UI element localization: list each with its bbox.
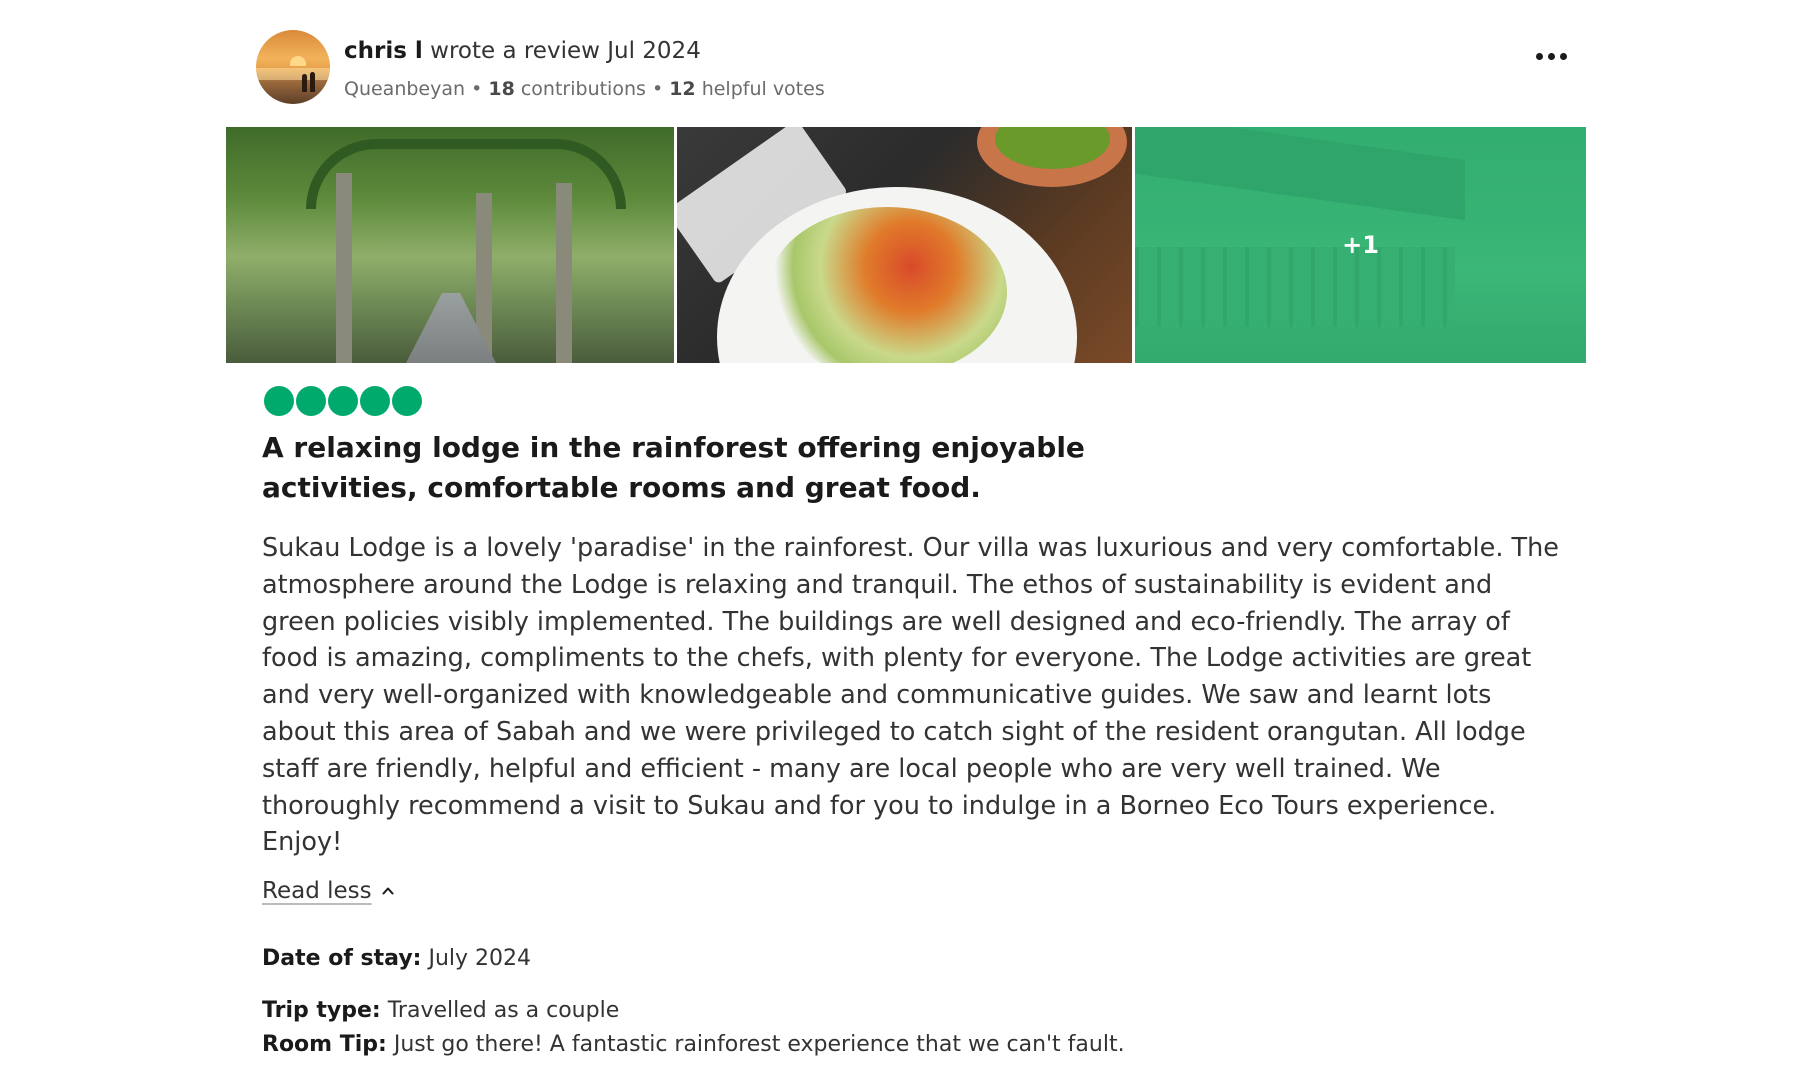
trip-type-value: Travelled as a couple — [380, 998, 620, 1023]
avatar[interactable] — [256, 30, 330, 104]
review-body: Sukau Lodge is a lovely 'paradise' in th… — [262, 533, 1559, 858]
meta-separator: • — [465, 78, 489, 100]
avatar-sea-shape — [256, 68, 330, 80]
date-of-stay: Date of stay: July 2024 — [262, 946, 531, 971]
chevron-up-icon — [382, 887, 394, 895]
more-horizontal-icon — [1536, 53, 1543, 60]
photo-post-shape — [556, 183, 572, 363]
more-horizontal-icon — [1548, 53, 1555, 60]
rating-bubble-icon — [328, 386, 358, 416]
rating-bubble-icon — [392, 386, 422, 416]
more-horizontal-icon — [1560, 53, 1567, 60]
rating-bubble-icon — [264, 386, 294, 416]
author-line: chris l wrote a review Jul 2024 — [344, 38, 701, 64]
review-header: chris l wrote a review Jul 2024 Queanbey… — [256, 30, 1576, 108]
rating-bubble-icon — [360, 386, 390, 416]
avatar-figure — [302, 74, 307, 92]
date-of-stay-value: July 2024 — [421, 946, 532, 971]
author-meta: Queanbeyan • 18 contributions • 12 helpf… — [344, 78, 825, 100]
read-less-label: Read less — [262, 878, 372, 904]
trip-type: Trip type: Travelled as a couple — [262, 998, 619, 1023]
contributions-count: 18 — [488, 78, 515, 100]
author-location: Queanbeyan — [344, 78, 466, 100]
avatar-sun-shape — [290, 56, 306, 66]
room-tip: Room Tip: Just go there! A fantastic rai… — [262, 1032, 1125, 1057]
photo-post-shape — [336, 173, 352, 363]
review-photos: +1 — [226, 127, 1586, 363]
room-tip-value: Just go there! A fantastic rainforest ex… — [386, 1032, 1125, 1057]
review-photo-lodge[interactable]: +1 — [1135, 127, 1586, 363]
meta-separator: • — [645, 78, 670, 100]
photo-arch-shape — [306, 139, 626, 209]
rating-bubble-icon — [296, 386, 326, 416]
trip-type-label: Trip type: — [262, 998, 381, 1023]
read-less-button[interactable]: Read less — [262, 878, 394, 904]
review-photo-walkway[interactable] — [226, 127, 674, 363]
rating-bubbles — [264, 386, 422, 416]
review-action-text: wrote a review Jul 2024 — [422, 38, 701, 64]
avatar-figure — [310, 72, 315, 92]
review-photo-food[interactable] — [677, 127, 1132, 363]
more-options-button[interactable] — [1532, 42, 1572, 72]
photo-food-shape — [767, 207, 1007, 363]
author-name[interactable]: chris l — [344, 38, 423, 64]
contributions-label: contributions — [514, 78, 646, 100]
date-of-stay-label: Date of stay: — [262, 946, 422, 971]
review-card: chris l wrote a review Jul 2024 Queanbey… — [226, 26, 1586, 1066]
helpful-votes-label: helpful votes — [695, 78, 825, 100]
helpful-votes-count: 12 — [669, 78, 696, 100]
review-title: A relaxing lodge in the rainforest offer… — [262, 431, 1085, 504]
more-photos-count[interactable]: +1 — [1135, 127, 1586, 363]
room-tip-label: Room Tip: — [262, 1032, 387, 1057]
